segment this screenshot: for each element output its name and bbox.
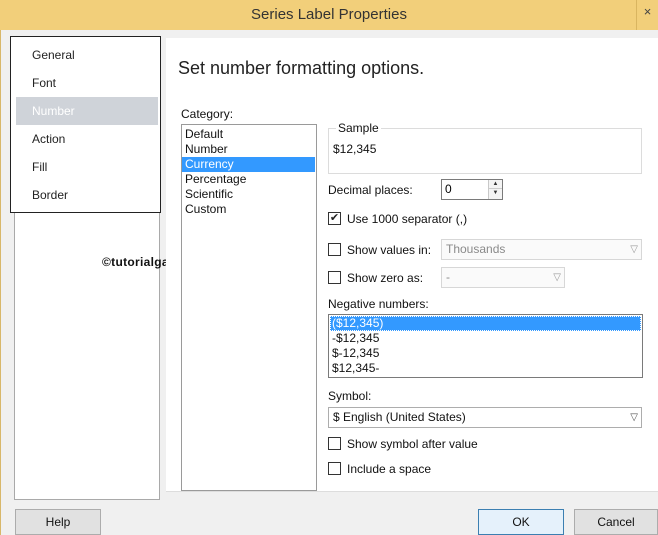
- category-item-custom[interactable]: Custom: [182, 202, 315, 217]
- show-values-in-select[interactable]: Thousands ▽: [441, 239, 642, 260]
- negative-option[interactable]: $12,345-: [330, 361, 641, 376]
- chevron-down-icon: ▽: [630, 244, 638, 255]
- show-zero-as-checkbox[interactable]: [328, 271, 341, 284]
- window-title: Series Label Properties: [251, 6, 407, 23]
- category-item-default[interactable]: Default: [182, 127, 315, 142]
- stepper-down-icon[interactable]: ▼: [489, 189, 502, 198]
- nav-item-general[interactable]: General: [16, 41, 158, 69]
- page-title: Set number formatting options.: [178, 58, 425, 78]
- sample-value: $12,345: [333, 142, 377, 156]
- nav-item-font[interactable]: Font: [16, 69, 158, 97]
- symbol-value: $ English (United States): [333, 410, 466, 424]
- decimal-places-value[interactable]: 0: [445, 182, 452, 196]
- category-item-number[interactable]: Number: [182, 142, 315, 157]
- negative-option[interactable]: $-12,345: [330, 346, 641, 361]
- show-values-in-value: Thousands: [446, 242, 506, 256]
- symbol-label: Symbol:: [328, 389, 372, 403]
- cancel-button[interactable]: Cancel: [574, 509, 658, 535]
- include-space-label: Include a space: [347, 462, 432, 476]
- symbol-after-label: Show symbol after value: [347, 437, 478, 451]
- nav-item-fill[interactable]: Fill: [16, 153, 158, 181]
- window-title-bar: Series Label Properties: [0, 0, 658, 30]
- show-zero-as-select[interactable]: - ▽: [441, 267, 565, 288]
- symbol-select[interactable]: $ English (United States) ▽: [328, 407, 642, 428]
- ok-button[interactable]: OK: [478, 509, 564, 535]
- negative-option[interactable]: -$12,345: [330, 331, 641, 346]
- decimal-places-label: Decimal places:: [328, 183, 413, 197]
- show-zero-as-label: Show zero as:: [347, 271, 424, 285]
- category-list[interactable]: Default Number Currency Percentage Scien…: [181, 124, 317, 491]
- nav-item-number[interactable]: Number: [16, 97, 158, 125]
- include-space-checkbox[interactable]: [328, 462, 341, 475]
- category-item-scientific[interactable]: Scientific: [182, 187, 315, 202]
- negative-numbers-label: Negative numbers:: [328, 297, 429, 311]
- nav-item-border[interactable]: Border: [16, 181, 158, 209]
- category-item-percentage[interactable]: Percentage: [182, 172, 315, 187]
- negative-option[interactable]: ($12,345): [330, 316, 641, 331]
- show-values-in-checkbox[interactable]: [328, 243, 341, 256]
- nav-item-action[interactable]: Action: [16, 125, 158, 153]
- negative-numbers-list[interactable]: ($12,345) -$12,345 $-12,345 $12,345-: [328, 314, 643, 378]
- decimal-places-stepper[interactable]: 0 ▲ ▼: [441, 179, 503, 200]
- category-item-currency[interactable]: Currency: [182, 157, 315, 172]
- nav-list: General Font Number Action Fill Border: [10, 36, 161, 213]
- use-separator-checkbox[interactable]: ✔: [328, 212, 341, 225]
- sample-title: Sample: [336, 121, 381, 135]
- category-label: Category:: [181, 107, 234, 121]
- chevron-down-icon: ▽: [553, 272, 561, 283]
- show-zero-as-value: -: [446, 270, 450, 284]
- stepper-up-icon[interactable]: ▲: [489, 180, 502, 189]
- close-icon[interactable]: ×: [636, 0, 658, 30]
- show-values-in-label: Show values in:: [347, 243, 432, 257]
- help-button[interactable]: Help: [15, 509, 101, 535]
- chevron-down-icon: ▽: [630, 412, 638, 423]
- use-separator-label: Use 1000 separator (,): [347, 212, 468, 226]
- symbol-after-checkbox[interactable]: [328, 437, 341, 450]
- stepper-buttons[interactable]: ▲ ▼: [488, 180, 502, 199]
